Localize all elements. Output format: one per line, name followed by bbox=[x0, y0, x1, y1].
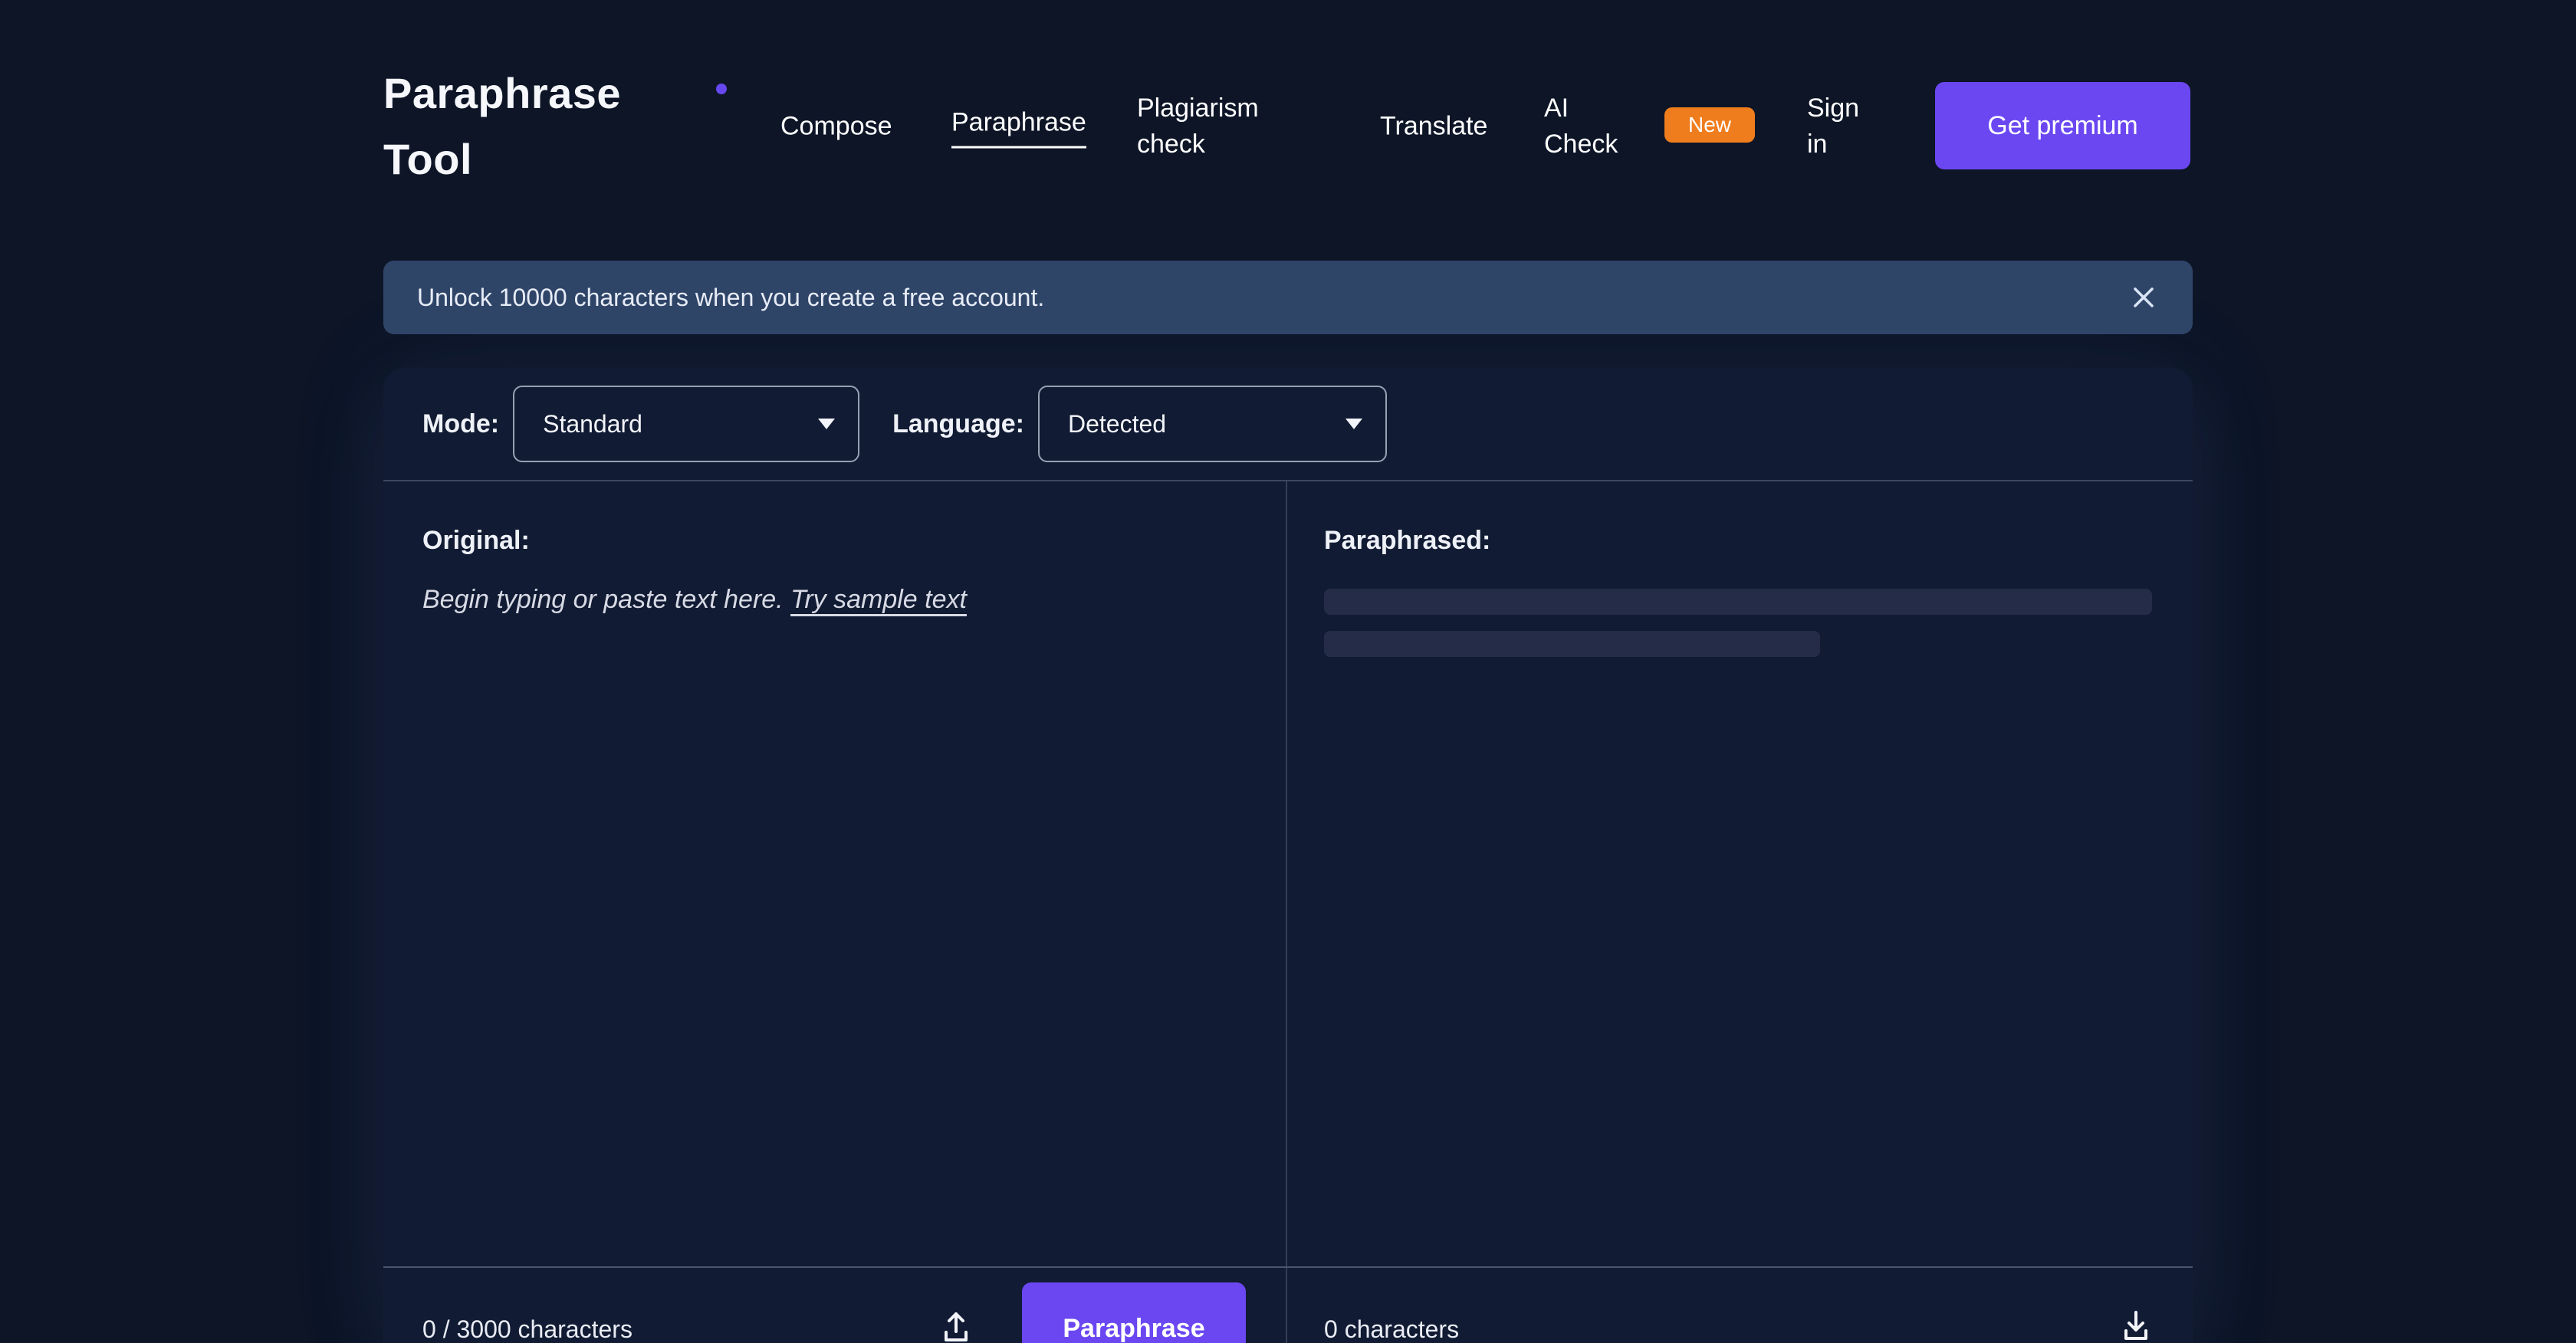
logo-dot-icon bbox=[716, 84, 727, 94]
editor-panels: Original: Begin typing or paste text her… bbox=[383, 481, 2193, 1266]
sign-in-link[interactable]: Sign in bbox=[1807, 90, 1878, 163]
paraphrased-panel-title: Paraphrased: bbox=[1324, 526, 2152, 556]
promo-banner: Unlock 10000 characters when you create … bbox=[383, 261, 2193, 334]
nav-item-translate[interactable]: Translate bbox=[1380, 109, 1487, 145]
nav-item-paraphrase-label: Paraphrase bbox=[951, 105, 1086, 149]
paraphrased-char-count: 0 characters bbox=[1324, 1315, 1459, 1343]
logo[interactable]: Paraphrase Tool bbox=[383, 61, 621, 192]
logo-line1: Paraphrase bbox=[383, 61, 621, 126]
mode-select[interactable]: Standard bbox=[513, 386, 859, 462]
mode-label: Mode: bbox=[422, 409, 499, 439]
paraphrase-button[interactable]: Paraphrase bbox=[1022, 1282, 1246, 1343]
download-icon[interactable] bbox=[2120, 1308, 2152, 1343]
nav-item-ai-check[interactable]: AI Check bbox=[1544, 90, 1636, 163]
upload-icon[interactable] bbox=[940, 1309, 972, 1343]
mode-select-value: Standard bbox=[543, 410, 642, 438]
original-text-input[interactable]: Original: Begin typing or paste text her… bbox=[383, 481, 1287, 1266]
language-select[interactable]: Detected bbox=[1038, 386, 1387, 462]
original-placeholder: Begin typing or paste text here. Try sam… bbox=[422, 582, 1255, 617]
language-select-value: Detected bbox=[1068, 410, 1166, 438]
promo-banner-text: Unlock 10000 characters when you create … bbox=[417, 284, 1044, 312]
nav-item-plagiarism-check[interactable]: Plagiarism check bbox=[1137, 90, 1275, 163]
try-sample-text-link[interactable]: Try sample text bbox=[790, 585, 967, 614]
nav-item-paraphrase[interactable]: Paraphrase bbox=[951, 105, 1086, 149]
placeholder-text: Begin typing or paste text here. bbox=[422, 585, 784, 614]
paraphrased-output-panel: Paraphrased: bbox=[1287, 481, 2193, 1266]
original-panel-title: Original: bbox=[422, 526, 1255, 556]
get-premium-button[interactable]: Get premium bbox=[1935, 82, 2190, 169]
language-label: Language: bbox=[892, 409, 1024, 439]
original-char-count: 0 / 3000 characters bbox=[422, 1315, 632, 1343]
new-badge: New bbox=[1664, 107, 1755, 143]
bottom-bar-right: 0 characters bbox=[1287, 1268, 2193, 1343]
toolbar: Mode: Standard Language: Detected bbox=[383, 368, 2193, 481]
header: Paraphrase Tool Compose Paraphrase Plagi… bbox=[383, 0, 2193, 253]
bottom-bar-left: 0 / 3000 characters Paraphrase bbox=[383, 1268, 1287, 1343]
nav-item-compose[interactable]: Compose bbox=[780, 109, 892, 145]
logo-line2: Tool bbox=[383, 126, 621, 192]
chevron-down-icon bbox=[1346, 419, 1362, 429]
close-icon[interactable] bbox=[2130, 284, 2157, 311]
skeleton-bar bbox=[1324, 631, 1820, 657]
skeleton-bar bbox=[1324, 589, 2152, 615]
bottom-bar: 0 / 3000 characters Paraphrase 0 charact… bbox=[383, 1266, 2193, 1343]
chevron-down-icon bbox=[818, 419, 835, 429]
paraphrase-card: Mode: Standard Language: Detected Origin… bbox=[383, 368, 2193, 1343]
